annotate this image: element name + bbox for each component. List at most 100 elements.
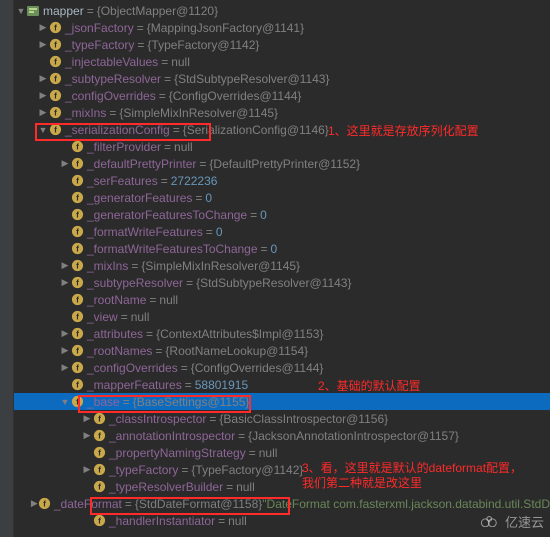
field-icon: f bbox=[70, 327, 84, 341]
chevron-right-icon[interactable]: ▶ bbox=[60, 260, 70, 271]
chevron-right-icon[interactable]: ▶ bbox=[60, 328, 70, 339]
arrow-placeholder bbox=[60, 227, 70, 237]
tree-row[interactable]: ▶f_dateFormat={StdDateFormat@1158} "Date… bbox=[14, 495, 550, 512]
tree-row[interactable]: ▶f_defaultPrettyPrinter={DefaultPrettyPr… bbox=[14, 155, 550, 172]
arrow-placeholder bbox=[82, 448, 92, 458]
field-value: {DefaultPrettyPrinter@1152} bbox=[209, 157, 360, 171]
tree-row[interactable]: ▶f_rootNames={RootNameLookup@1154} bbox=[14, 342, 550, 359]
arrow-placeholder bbox=[60, 176, 70, 186]
chevron-down-icon[interactable]: ▼ bbox=[60, 397, 70, 407]
tree-row[interactable]: f_formatWriteFeatures=0 bbox=[14, 223, 550, 240]
field-name: _handlerInstantiator bbox=[109, 514, 215, 528]
chevron-right-icon[interactable]: ▶ bbox=[82, 430, 92, 441]
tree-row[interactable]: ▶f_subtypeResolver={StdSubtypeResolver@1… bbox=[14, 70, 550, 87]
field-name: _typeResolverBuilder bbox=[109, 480, 223, 494]
field-name: _base bbox=[87, 395, 120, 409]
tree-row[interactable]: ▶f_typeFactory={TypeFactory@1142} bbox=[14, 36, 550, 53]
field-value: {ContextAttributes$Impl@1153} bbox=[156, 327, 323, 341]
tree-row[interactable]: f_handlerInstantiator=null bbox=[14, 512, 550, 529]
tree-row[interactable]: ▶f_configOverrides={ConfigOverrides@1144… bbox=[14, 87, 550, 104]
arrow-placeholder bbox=[82, 516, 92, 526]
field-value: {BasicClassIntrospector@1156} bbox=[219, 412, 388, 426]
field-name: _dateFormat bbox=[54, 497, 122, 511]
tree-row[interactable]: f_generatorFeaturesToChange=0 bbox=[14, 206, 550, 223]
chevron-right-icon[interactable]: ▶ bbox=[82, 464, 92, 475]
arrow-placeholder bbox=[60, 193, 70, 203]
annotation-3: 3、看，这里就是默认的dateformat配置，我们第二种就是改这里 bbox=[302, 461, 532, 491]
chevron-right-icon[interactable]: ▶ bbox=[60, 158, 70, 169]
tree-row[interactable]: ▶f_subtypeResolver={StdSubtypeResolver@1… bbox=[14, 274, 550, 291]
field-name: _propertyNamingStrategy bbox=[109, 446, 246, 460]
tree-row[interactable]: ▶f_attributes={ContextAttributes$Impl@11… bbox=[14, 325, 550, 342]
field-icon: f bbox=[48, 89, 62, 103]
chevron-down-icon[interactable]: ▼ bbox=[16, 6, 26, 16]
field-name: _serializationConfig bbox=[65, 123, 170, 137]
tree-row[interactable]: ▶f_configOverrides={ConfigOverrides@1144… bbox=[14, 359, 550, 376]
svg-text:f: f bbox=[54, 107, 57, 117]
tree-row[interactable]: ▶f_classIntrospector={BasicClassIntrospe… bbox=[14, 410, 550, 427]
chevron-right-icon[interactable]: ▶ bbox=[31, 498, 38, 509]
tree-row[interactable]: f_formatWriteFeaturesToChange=0 bbox=[14, 240, 550, 257]
field-name: _typeFactory bbox=[109, 463, 178, 477]
tree-row[interactable]: f_propertyNamingStrategy=null bbox=[14, 444, 550, 461]
field-icon: f bbox=[70, 174, 84, 188]
svg-text:f: f bbox=[76, 396, 79, 406]
tree-row[interactable]: ▶f_mixIns={SimpleMixInResolver@1145} bbox=[14, 104, 550, 121]
field-value: {SimpleMixInResolver@1145} bbox=[119, 106, 278, 120]
field-value: {ConfigOverrides@1144} bbox=[169, 89, 302, 103]
field-icon: f bbox=[70, 361, 84, 375]
svg-text:f: f bbox=[76, 209, 79, 219]
svg-text:f: f bbox=[54, 39, 57, 49]
field-value: {JacksonAnnotationIntrospector@1157} bbox=[248, 429, 459, 443]
tree-row[interactable]: f_filterProvider=null bbox=[14, 138, 550, 155]
tree-row[interactable]: f_serFeatures=2722236 bbox=[14, 172, 550, 189]
chevron-right-icon[interactable]: ▶ bbox=[38, 22, 48, 33]
tree-row[interactable]: f_rootName=null bbox=[14, 291, 550, 308]
tree-row[interactable]: f_mapperFeatures=58801915 bbox=[14, 376, 550, 393]
chevron-right-icon[interactable]: ▶ bbox=[60, 362, 70, 373]
field-icon: f bbox=[92, 480, 106, 494]
svg-text:f: f bbox=[76, 328, 79, 338]
svg-text:f: f bbox=[76, 192, 79, 202]
tree-row[interactable]: ▶f_annotationIntrospector={JacksonAnnota… bbox=[14, 427, 550, 444]
field-name: _rootNames bbox=[87, 344, 152, 358]
tree-row[interactable]: f_generatorFeatures=0 bbox=[14, 189, 550, 206]
chevron-right-icon[interactable]: ▶ bbox=[38, 90, 48, 101]
tree-row[interactable]: ▶f_mixIns={SimpleMixInResolver@1145} bbox=[14, 257, 550, 274]
chevron-down-icon[interactable]: ▼ bbox=[38, 125, 48, 135]
chevron-right-icon[interactable]: ▶ bbox=[38, 107, 48, 118]
field-icon: f bbox=[92, 514, 106, 528]
tree-row[interactable]: ▼f_base={BaseSettings@1155} bbox=[14, 393, 550, 410]
field-value: {StdSubtypeResolver@1143} bbox=[196, 276, 351, 290]
field-icon: f bbox=[92, 412, 106, 426]
tree-root-row[interactable]: ▼ mapper = {ObjectMapper@1120} bbox=[14, 2, 550, 19]
tree-row[interactable]: ▶f_jsonFactory={MappingJsonFactory@1141} bbox=[14, 19, 550, 36]
svg-text:f: f bbox=[76, 362, 79, 372]
field-icon: f bbox=[70, 242, 84, 256]
arrow-placeholder bbox=[60, 295, 70, 305]
field-icon: f bbox=[48, 72, 62, 86]
chevron-right-icon[interactable]: ▶ bbox=[38, 39, 48, 50]
tree-row[interactable]: f_view=null bbox=[14, 308, 550, 325]
chevron-right-icon[interactable]: ▶ bbox=[60, 277, 70, 288]
arrow-placeholder bbox=[38, 57, 48, 67]
field-value: null bbox=[131, 310, 150, 324]
field-name: _configOverrides bbox=[87, 361, 178, 375]
field-icon: f bbox=[70, 344, 84, 358]
field-value: null bbox=[236, 480, 255, 494]
field-name: _annotationIntrospector bbox=[109, 429, 235, 443]
chevron-right-icon[interactable]: ▶ bbox=[60, 345, 70, 356]
field-value: 0 bbox=[260, 208, 267, 222]
chevron-right-icon[interactable]: ▶ bbox=[82, 413, 92, 424]
field-icon: f bbox=[48, 21, 62, 35]
field-icon: f bbox=[92, 446, 106, 460]
svg-text:f: f bbox=[76, 141, 79, 151]
svg-text:f: f bbox=[54, 90, 57, 100]
tree-row[interactable]: f_injectableValues=null bbox=[14, 53, 550, 70]
svg-text:f: f bbox=[98, 481, 101, 491]
field-value: null bbox=[228, 514, 247, 528]
chevron-right-icon[interactable]: ▶ bbox=[38, 73, 48, 84]
field-value: {SerializationConfig@1146} bbox=[183, 123, 329, 137]
field-name: _defaultPrettyPrinter bbox=[87, 157, 196, 171]
field-icon: f bbox=[70, 293, 84, 307]
